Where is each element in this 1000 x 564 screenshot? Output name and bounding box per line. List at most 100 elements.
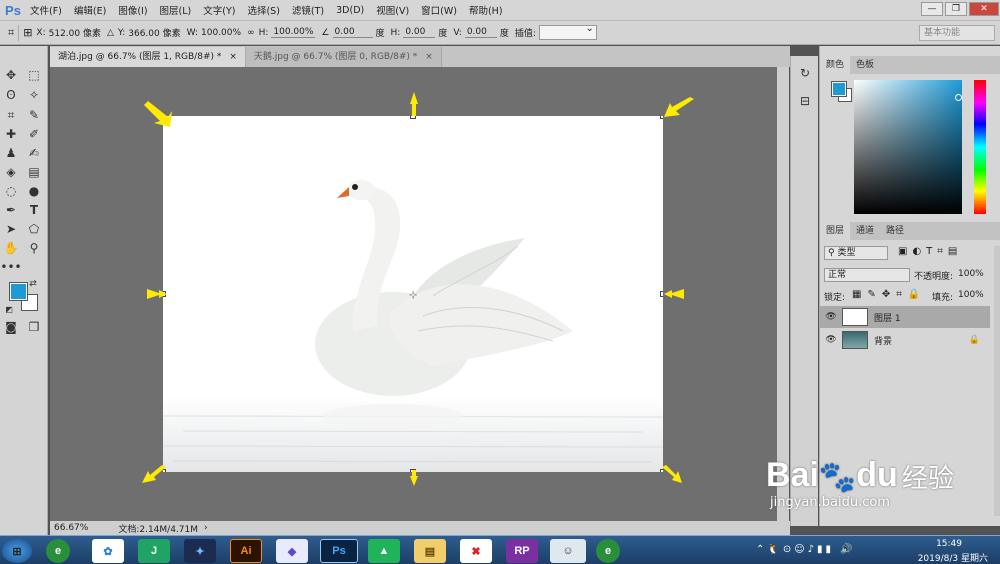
interpolation-select[interactable] [538,23,597,40]
tab-layers[interactable]: 图层 [820,222,851,240]
w-value[interactable]: 100.00% [201,28,241,38]
eraser-tool-icon[interactable]: ◈ [2,163,20,181]
tab-paths[interactable]: 路径 [880,222,910,240]
gradient-tool-icon[interactable]: ▤ [25,163,43,181]
axure-rp-icon[interactable]: RP [506,539,538,563]
zoom-tool-icon[interactable]: ⚲ [25,239,43,257]
brush-tool-icon[interactable]: ✐ [25,125,43,143]
reference-point-icon[interactable]: ⊞ [23,26,32,39]
angle-value[interactable]: 0.00 [332,27,373,38]
status-arrow-icon[interactable]: › [204,523,208,533]
opacity-value[interactable]: 100% [958,269,984,279]
restore-button[interactable]: ❐ [945,2,967,16]
visibility-eye-icon[interactable]: 👁 [820,312,842,322]
vertical-scrollbar[interactable] [777,67,789,521]
menu-image[interactable]: 图像(I) [112,3,153,17]
menu-select[interactable]: 选择(S) [241,3,285,17]
h-field[interactable]: H: 100.00% [259,27,316,38]
blend-mode-select[interactable]: 正常 [824,268,910,282]
start-button[interactable]: ⊞ [2,539,32,563]
marquee-tool-icon[interactable]: ⬚ [25,66,43,84]
w-field[interactable]: W: 100.00% [187,28,241,38]
swap-colors-icon[interactable]: ⇄ [28,279,38,289]
workspace-select[interactable]: 基本功能 [919,25,995,41]
hskew-field[interactable]: H: 0.00 度 [391,26,448,39]
link-icon[interactable]: ∞ [247,28,255,38]
browser-icon[interactable]: e [46,539,70,563]
layer-row[interactable]: 👁 图层 1 [820,306,990,328]
tray-icons[interactable]: ⌃🐧⊙☺♪▮▮ 🔊 [756,544,856,555]
foreground-color-swatch[interactable] [9,282,28,301]
clone-stamp-tool-icon[interactable]: ♟ [2,144,20,162]
menu-window[interactable]: 窗口(W) [415,3,463,17]
tab-channels[interactable]: 通道 [850,222,880,240]
pen-tool-icon[interactable]: ✒ [2,201,20,219]
lock-icons[interactable]: ▦✎✥⌗🔒 [852,289,926,300]
hand-tool-icon[interactable]: ✋ [2,239,20,257]
menu-view[interactable]: 视图(V) [370,3,415,17]
browser-icon[interactable]: e [596,539,620,563]
type-tool-icon[interactable]: T [25,201,43,219]
menu-file[interactable]: 文件(F) [24,3,68,17]
minimize-button[interactable]: — [921,2,943,16]
folder-icon[interactable]: ▤ [414,539,446,563]
eyedropper-tool-icon[interactable]: ✎ [25,106,43,124]
vskew-value[interactable]: 0.00 [464,27,497,38]
properties-panel-icon[interactable]: ⊟ [796,92,814,110]
history-panel-icon[interactable]: ↻ [796,64,814,82]
hskew-value[interactable]: 0.00 [403,27,436,38]
app-icon[interactable]: ✦ [184,539,216,563]
healing-brush-tool-icon[interactable]: ✚ [2,125,20,143]
history-brush-tool-icon[interactable]: ✍ [25,144,43,162]
default-colors-icon[interactable]: ◩ [4,304,14,314]
hue-slider[interactable] [974,80,986,214]
tab-swan[interactable]: 天鹅.jpg @ 66.7% (图层 0, RGB/8#) * × [245,47,442,67]
menu-filter[interactable]: 滤镜(T) [286,3,330,17]
move-tool-icon[interactable]: ✥ [2,66,20,84]
app-icon[interactable]: ✖ [460,539,492,563]
path-selection-tool-icon[interactable]: ➤ [2,220,20,238]
app-icon[interactable]: ▲ [368,539,400,563]
more-tools-icon[interactable]: ••• [0,258,21,276]
h-value[interactable]: 100.00% [271,27,316,38]
quick-mask-icon[interactable]: ◙ [2,318,20,336]
angle-field[interactable]: 0.00 度 [330,26,385,39]
transform-tool-icon[interactable]: ⌗ [8,26,14,40]
document-canvas[interactable]: ⊹ [163,116,663,472]
blur-tool-icon[interactable]: ◌ [2,182,20,200]
menu-type[interactable]: 文字(Y) [197,3,241,17]
clock-time[interactable]: 15:49 [936,539,962,549]
color-picker-field[interactable] [854,80,962,214]
transform-center-icon[interactable]: ⊹ [409,290,417,301]
layer-row[interactable]: 👁 背景 🔒 [820,329,990,351]
close-icon[interactable]: × [425,47,433,67]
screen-mode-icon[interactable]: ❐ [25,318,43,336]
visibility-eye-icon[interactable]: 👁 [820,335,842,345]
close-button[interactable]: ✕ [969,2,999,16]
tab-swatches[interactable]: 色板 [850,56,880,74]
panel-foreground-swatch[interactable] [831,81,847,97]
x-field[interactable]: X: 512.00 像素 [36,26,101,40]
layer-filter-icons[interactable]: ▣◐T⌗▤ [898,246,962,257]
layer-filter-select[interactable]: ⚲ 类型 [824,246,888,260]
fill-value[interactable]: 100% [958,290,984,300]
color-picker-cursor[interactable] [955,94,962,101]
y-value[interactable]: 366.00 像素 [128,26,180,39]
menu-edit[interactable]: 编辑(E) [68,3,112,17]
app-icon[interactable]: ◆ [276,539,308,563]
tab-lake[interactable]: 湖泊.jpg @ 66.7% (图层 1, RGB/8#) * × [50,47,246,67]
close-icon[interactable]: × [229,47,237,67]
shape-tool-icon[interactable]: ⬠ [25,220,43,238]
lasso-tool-icon[interactable]: ʘ [2,86,20,104]
app-icon[interactable]: J [138,539,170,563]
zoom-level[interactable]: 66.67% [54,523,88,533]
menu-3d[interactable]: 3D(D) [330,5,370,16]
interpolation-field[interactable]: 插值: [515,23,597,40]
avatar-app-icon[interactable]: ☺ [550,539,586,563]
y-field[interactable]: Y: 366.00 像素 [118,26,181,40]
clock-date[interactable]: 2019/8/3 星期六 [918,551,988,564]
illustrator-icon[interactable]: Ai [230,539,262,563]
tab-color[interactable]: 颜色 [820,56,851,74]
menu-help[interactable]: 帮助(H) [463,3,509,17]
photoshop-taskbar-icon[interactable]: Ps [320,539,358,563]
